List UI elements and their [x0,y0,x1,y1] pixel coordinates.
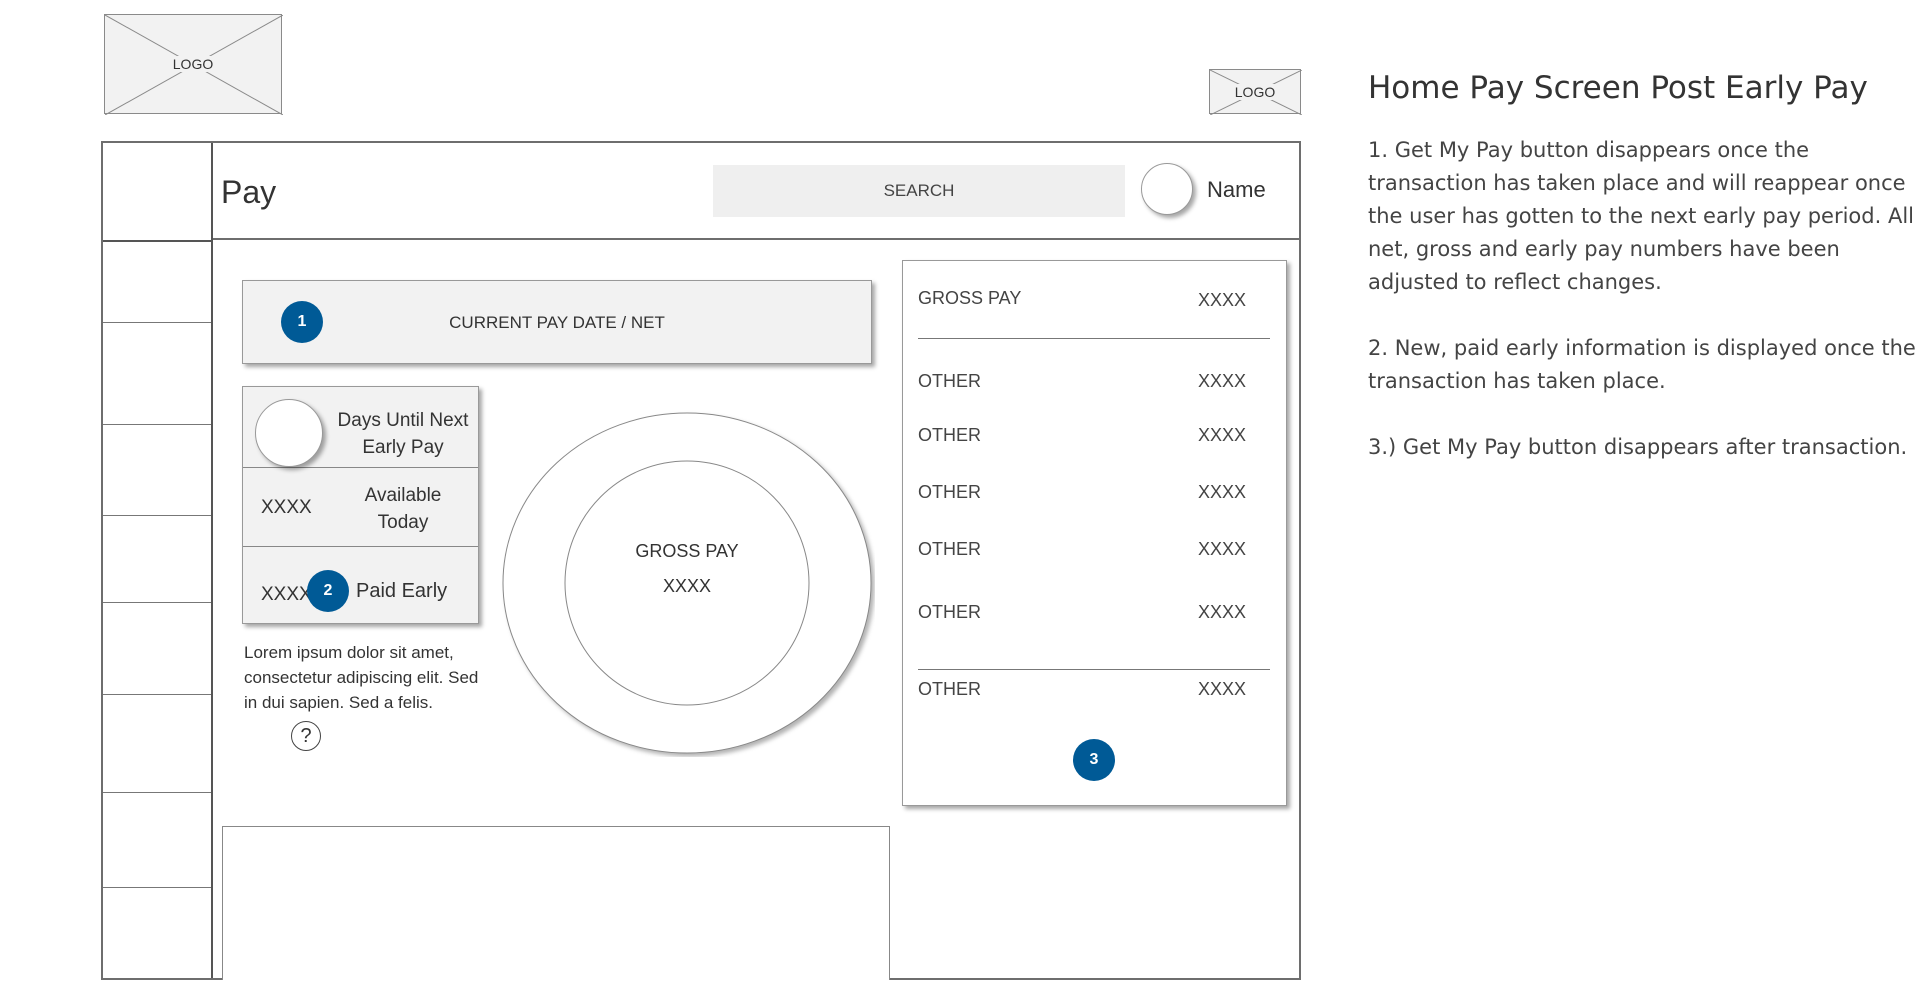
divider [918,669,1270,670]
current-pay-bar[interactable]: 1 CURRENT PAY DATE / NET [242,280,872,364]
breakdown-row-value: XXXX [1197,602,1246,622]
search-label: SEARCH [883,181,955,200]
breakdown-total-value: XXXX [1197,679,1246,699]
paid-early-label: Paid Early [356,580,448,602]
sidebar-item[interactable] [103,424,211,516]
pay-breakdown-card: GROSS PAY XXXX OTHER XXXX OTHER XXXX OTH… [902,260,1287,806]
logo-text: LOGO [169,56,217,72]
days-until-label: Days Until Next Early Pay [337,410,469,458]
callout-badge-2: 2 [307,570,349,612]
sidebar-item[interactable] [103,602,211,695]
current-pay-label: CURRENT PAY DATE / NET [449,313,665,332]
donut-label: GROSS PAY [635,541,739,561]
search-input[interactable]: SEARCH [713,165,1125,217]
early-pay-card: Days Until Next Early Pay XXXX Available… [242,386,479,624]
sidebar [103,143,213,978]
available-label: Available Today [364,485,442,533]
paid-early-value: XXXX [261,584,312,605]
app-header: Pay SEARCH Name [213,143,1299,240]
breakdown-gross-label: GROSS PAY [918,288,1022,308]
sidebar-item[interactable] [103,515,211,603]
breakdown-row-label: OTHER [918,425,981,445]
days-until-row: Days Until Next Early Pay [243,387,478,468]
breakdown-gross-value: XXXX [1197,290,1246,310]
breakdown-row-label: OTHER [918,602,981,622]
paid-early-row: XXXX 2 Paid Early [243,547,478,623]
bottom-panel [222,826,890,980]
app-frame: Pay SEARCH Name 1 CURRENT PAY DATE / NET… [101,141,1301,980]
annotation-notes: Home Pay Screen Post Early Pay 1. Get My… [1368,70,1918,497]
logo-placeholder-small: LOGO [1209,69,1302,115]
breakdown-row-label: OTHER [918,371,981,391]
note-item: 3.) Get My Pay button disappears after t… [1368,435,1908,459]
donut-value: XXXX [662,576,712,596]
sidebar-item[interactable] [103,792,211,888]
available-value: XXXX [261,497,312,518]
callout-badge-3: 3 [1073,739,1115,781]
note-item: 2. New, paid early information is displa… [1368,336,1916,393]
divider [918,338,1270,339]
early-pay-description: Lorem ipsum dolor sit amet, consectetur … [244,643,479,712]
breakdown-row-value: XXXX [1197,371,1246,391]
help-glyph: ? [300,724,312,747]
breakdown-row-value: XXXX [1197,539,1246,559]
notes-title: Home Pay Screen Post Early Pay [1368,70,1868,106]
help-icon[interactable]: ? [291,721,321,751]
user-name[interactable]: Name [1207,177,1266,203]
gross-pay-donut: GROSS PAY XXXX [499,409,875,757]
sidebar-item[interactable] [103,322,211,425]
breakdown-total-label: OTHER [918,679,981,699]
breakdown-row-value: XXXX [1197,482,1246,502]
sidebar-item[interactable] [103,887,211,978]
breakdown-row-label: OTHER [918,482,981,502]
breakdown-row-value: XXXX [1197,425,1246,445]
logo-placeholder: LOGO [104,14,283,115]
avatar[interactable] [1141,163,1193,215]
sidebar-item[interactable] [103,694,211,793]
note-item: 1. Get My Pay button disappears once the… [1368,138,1914,294]
days-counter-circle [255,399,323,467]
logo-text: LOGO [1231,83,1279,100]
page-title: Pay [221,174,277,210]
breakdown-row-label: OTHER [918,539,981,559]
sidebar-header-cell [103,143,211,242]
sidebar-item[interactable] [103,240,211,323]
available-today-row: XXXX Available Today [243,468,478,547]
